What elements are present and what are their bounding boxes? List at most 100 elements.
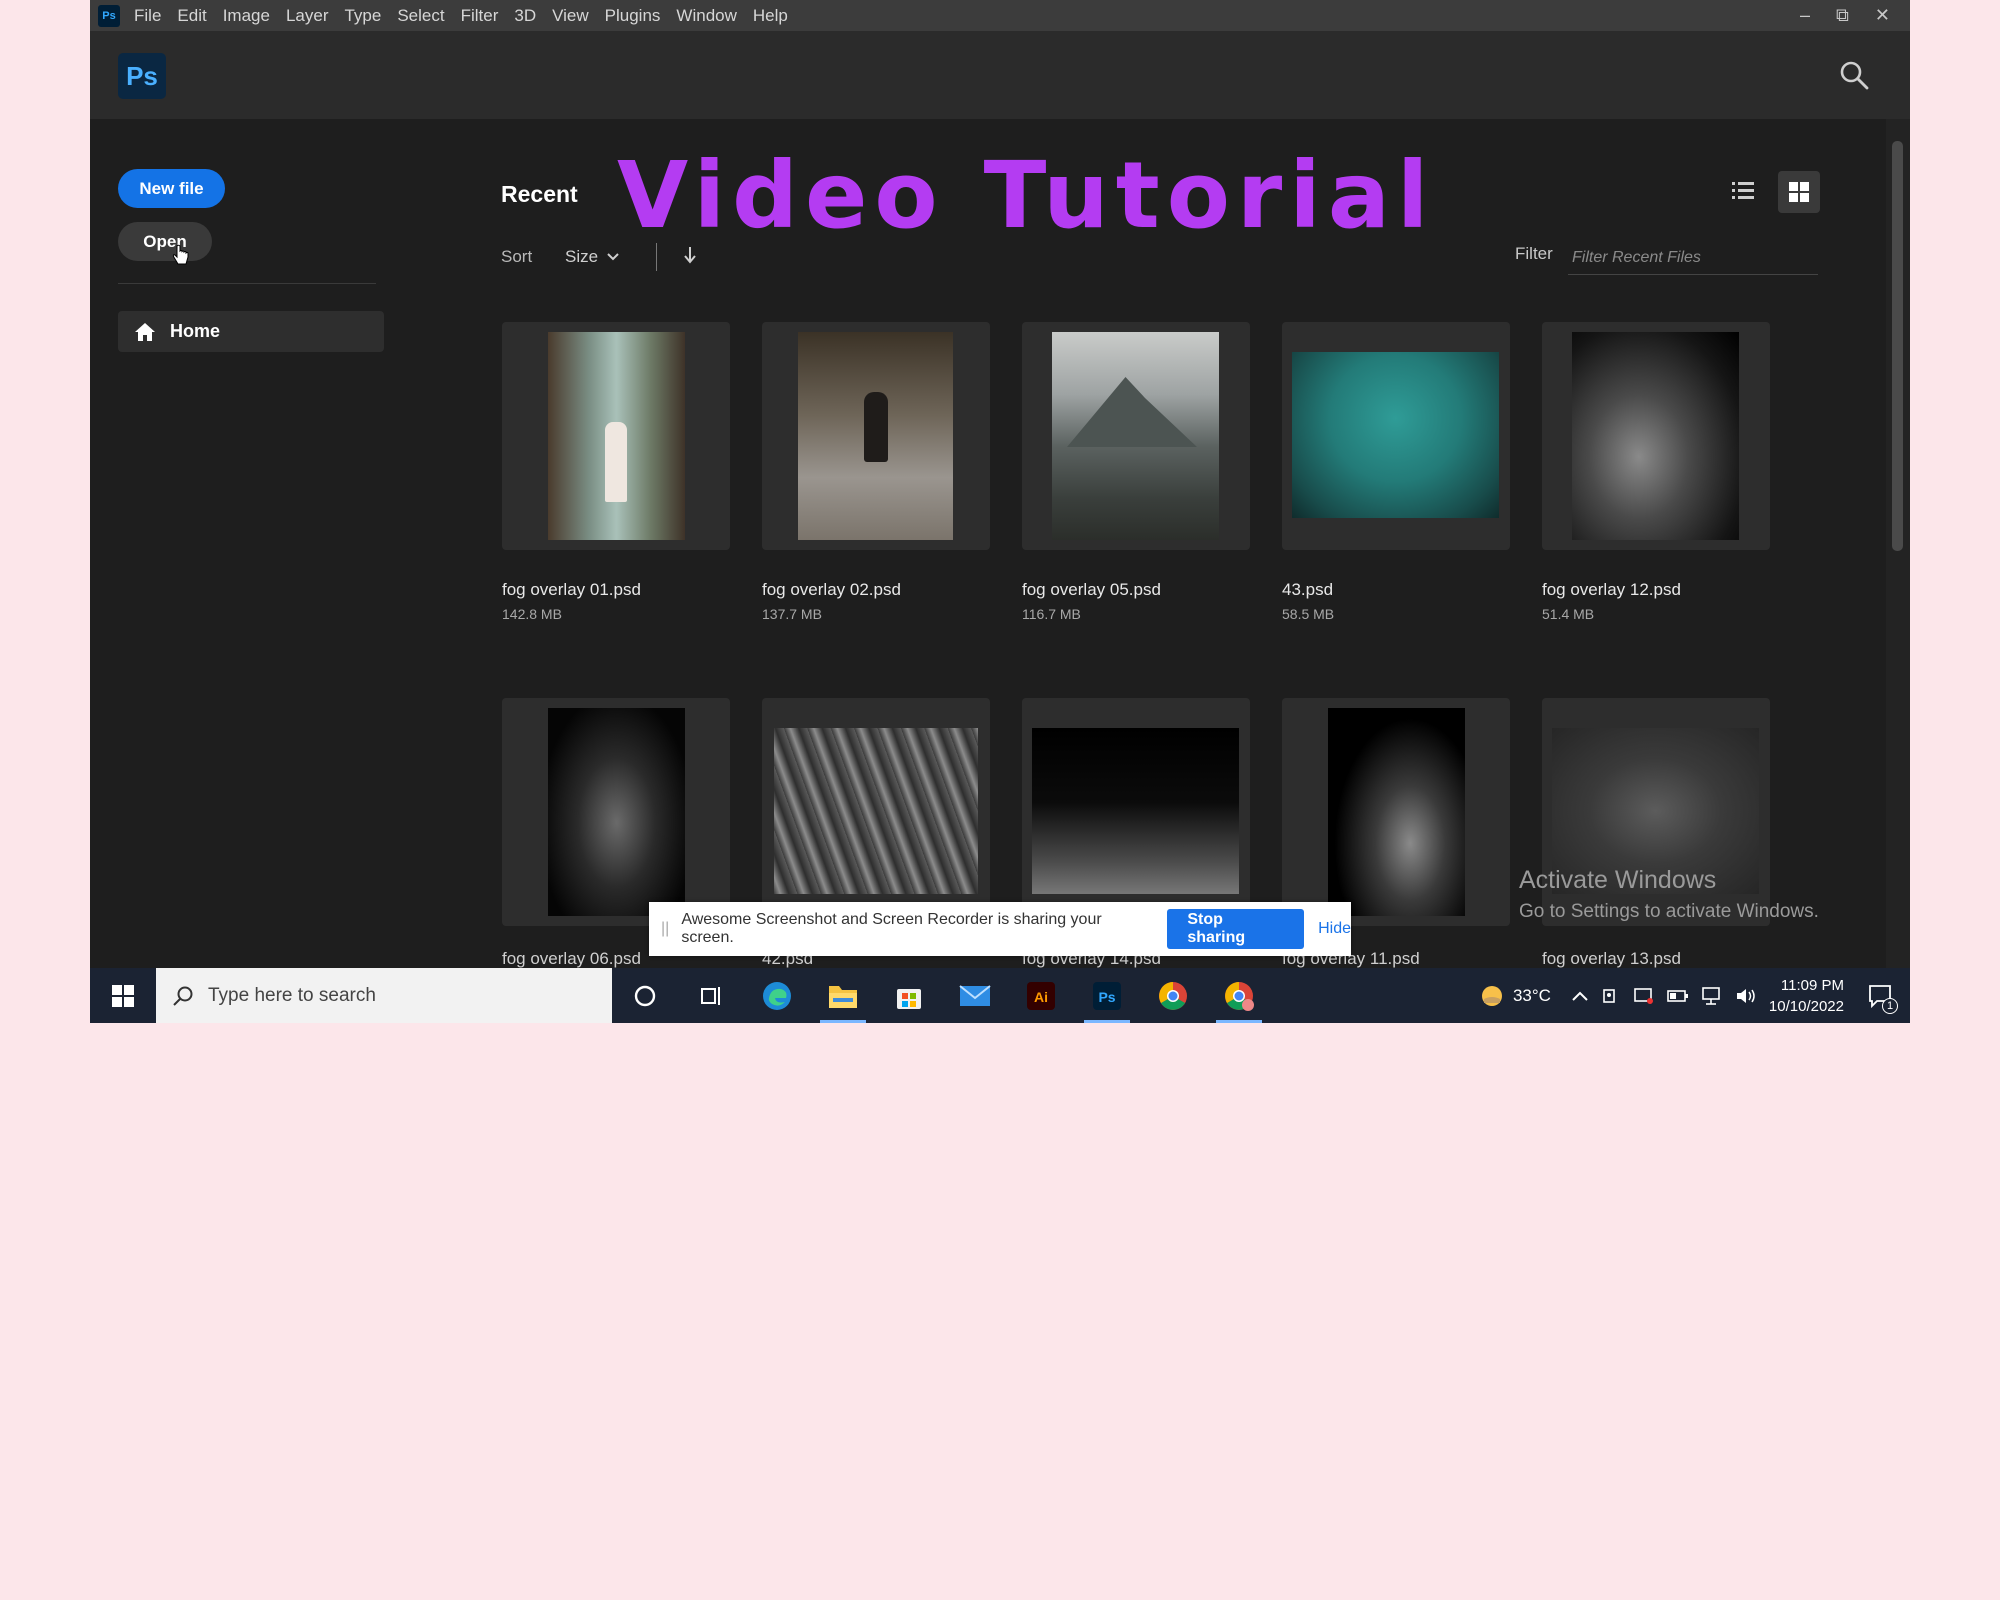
file-card[interactable]: fog overlay 14.psd [1022,698,1250,968]
clock[interactable]: 11:09 PM 10/10/2022 [1769,975,1844,1017]
grid-view-button[interactable] [1778,171,1820,213]
close-icon[interactable]: ✕ [1875,5,1890,26]
weather-icon[interactable] [1479,983,1505,1009]
sidebar-item-home[interactable]: Home [118,311,384,352]
file-name: 43.psd [1282,580,1334,599]
restore-icon[interactable]: ⧉ [1836,5,1849,26]
filter-input[interactable] [1568,242,1818,275]
file-thumbnail[interactable] [762,698,990,926]
file-name: fog overlay 01.psd [502,580,641,599]
stop-sharing-button[interactable]: Stop sharing [1167,909,1305,949]
file-card[interactable]: fog overlay 06.psd [502,698,730,968]
taskbar-search-placeholder: Type here to search [208,984,376,1006]
menu-3d[interactable]: 3D [514,6,536,26]
home-icon [135,322,155,341]
volume-icon[interactable] [1735,986,1759,1006]
menu-edit[interactable]: Edit [177,6,206,26]
window-controls: – ⧉ ✕ [1800,0,1890,31]
cortana-icon[interactable] [612,968,678,1023]
menubar: Ps File Edit Image Layer Type Select Fil… [90,0,1910,31]
chrome-icon[interactable] [1140,968,1206,1023]
menu-select[interactable]: Select [397,6,444,26]
windows-taskbar: Type here to search Ai Ps 33°C 11:09 PM … [90,968,1910,1023]
menu-layer[interactable]: Layer [286,6,329,26]
svg-text:Ps: Ps [1098,989,1115,1005]
svg-text:Ai: Ai [1034,989,1048,1005]
file-size: 58.5 MB [1282,606,1335,622]
file-thumbnail[interactable] [502,698,730,926]
hand-cursor-icon [172,244,189,265]
menu-help[interactable]: Help [753,6,788,26]
sort-label: Sort [501,247,533,266]
start-button[interactable] [90,968,156,1023]
file-thumbnail[interactable] [1542,322,1770,550]
file-explorer-icon[interactable] [810,968,876,1023]
minimize-icon[interactable]: – [1800,5,1810,26]
list-view-icon[interactable] [1730,178,1756,204]
file-thumbnail[interactable] [502,322,730,550]
hide-button[interactable]: Hide [1318,920,1351,938]
new-file-button[interactable]: New file [118,169,225,208]
activate-windows-title: Activate Windows [1519,866,1717,894]
clock-time: 11:09 PM [1780,976,1844,994]
file-card[interactable]: fog overlay 12.psd 51.4 MB [1542,322,1770,622]
file-thumbnail[interactable] [1022,698,1250,926]
file-thumbnail[interactable] [1022,322,1250,550]
illustrator-icon[interactable]: Ai [1008,968,1074,1023]
mail-icon[interactable] [942,968,1008,1023]
activate-windows-watermark: Activate Windows Go to Settings to activ… [1519,866,1819,923]
menu-view[interactable]: View [552,6,589,26]
activate-windows-subtitle: Go to Settings to activate Windows. [1519,901,1819,922]
meet-icon[interactable] [1601,986,1621,1006]
menu-type[interactable]: Type [344,6,381,26]
edge-icon[interactable] [744,968,810,1023]
file-card[interactable]: fog overlay 11.psd [1282,698,1510,968]
sort-direction-arrow-icon[interactable] [682,244,698,266]
menu-image[interactable]: Image [223,6,270,26]
menu-plugins[interactable]: Plugins [605,6,661,26]
chevron-down-icon [607,253,619,261]
open-button[interactable]: Open [118,222,212,261]
store-icon[interactable] [876,968,942,1023]
chevron-up-icon[interactable] [1571,989,1589,1003]
file-thumbnail[interactable] [1282,322,1510,550]
recent-title: Recent [501,181,578,207]
display-icon[interactable] [1633,986,1655,1006]
app-badge[interactable]: Ps [98,4,120,27]
notification-count: 1 [1882,997,1898,1014]
drag-handle[interactable]: || [661,920,669,938]
photoshop-logo: Ps [118,53,166,99]
search-icon[interactable] [1838,59,1870,91]
menu-window[interactable]: Window [676,6,736,26]
file-card[interactable]: 43.psd 58.5 MB [1282,322,1510,622]
photoshop-icon[interactable]: Ps [1074,968,1140,1023]
sort-dropdown[interactable]: Size [565,247,620,267]
sidebar-divider [118,283,376,284]
taskbar-search[interactable]: Type here to search [156,968,612,1023]
menu-file[interactable]: File [134,6,161,26]
menu-filter[interactable]: Filter [461,6,499,26]
file-name: fog overlay 12.psd [1542,580,1681,599]
temperature[interactable]: 33°C [1513,986,1551,1006]
file-thumbnail[interactable] [762,322,990,550]
task-view-icon[interactable] [678,968,744,1023]
video-tutorial-overlay: Video Tutorial [617,142,1436,249]
file-size: 137.7 MB [762,606,822,622]
battery-icon[interactable] [1667,989,1689,1003]
file-thumbnail[interactable] [1282,698,1510,926]
file-card[interactable]: fog overlay 05.psd 116.7 MB [1022,322,1250,622]
file-card[interactable]: fog overlay 01.psd 142.8 MB [502,322,730,622]
chrome-profile-icon[interactable] [1206,968,1272,1023]
scrollbar-thumb[interactable] [1892,141,1903,551]
file-card[interactable]: fog overlay 02.psd 137.7 MB [762,322,990,622]
file-card[interactable]: 42.psd [762,698,990,968]
file-name: fog overlay 13.psd [1542,949,1681,968]
sort-divider [656,243,657,271]
file-name: fog overlay 05.psd [1022,580,1161,599]
vertical-scrollbar[interactable] [1886,119,1910,969]
windows-logo-icon [112,984,134,1007]
photoshop-window: Ps File Edit Image Layer Type Select Fil… [90,0,1910,1023]
network-icon[interactable] [1701,986,1723,1006]
file-name: fog overlay 02.psd [762,580,901,599]
notification-center-button[interactable]: 1 [1860,976,1900,1016]
